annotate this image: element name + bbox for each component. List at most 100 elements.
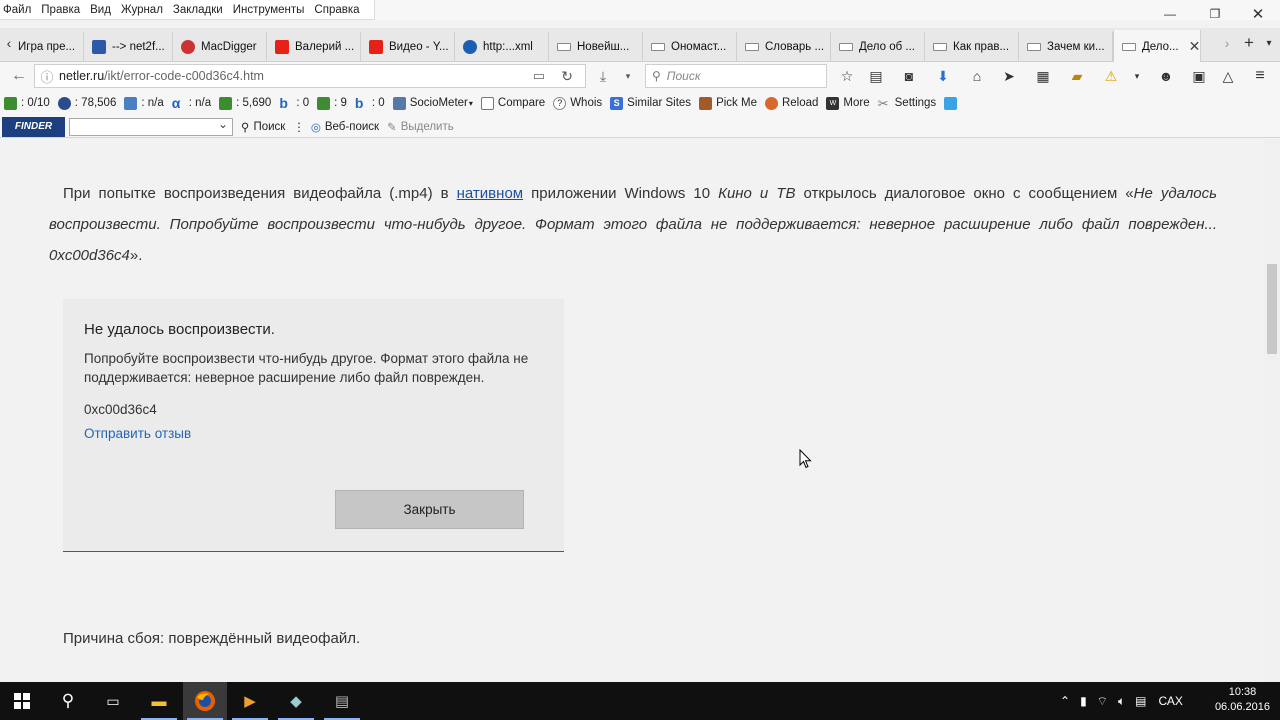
page-scrollbar[interactable] [1264, 139, 1280, 682]
warning-button[interactable]: ⚠ [1100, 66, 1122, 86]
star-icon: ☆ [840, 67, 854, 84]
finder-logo[interactable]: FINDER [2, 116, 65, 137]
screenshot-button[interactable]: ▣ [1188, 66, 1210, 86]
chevron-up-icon[interactable]: ⌃ [1060, 694, 1070, 708]
scrollbar-thumb[interactable] [1267, 264, 1277, 354]
seo-whois[interactable]: ? Whois [553, 96, 602, 110]
downloads-button[interactable]: ⤓ [592, 66, 614, 86]
seo-pick-me[interactable]: Pick Me [699, 96, 757, 110]
reload-icon[interactable]: ↻ [561, 68, 573, 85]
close-window-button[interactable]: ✕ [1238, 0, 1278, 28]
tab-8[interactable]: Словарь ... [737, 32, 831, 62]
file-explorer-button[interactable]: ▬ [137, 682, 181, 720]
seo-sociometer[interactable]: SocioMeter ▾ [392, 96, 473, 110]
clock[interactable]: 10:38 06.06.2016 [1215, 685, 1270, 715]
tab-0[interactable]: Игра пре... [16, 32, 84, 62]
reader-view-icon[interactable]: ▭ [533, 68, 545, 84]
firefox-button[interactable] [183, 682, 227, 720]
search-taskbar-button[interactable]: ⚲ [46, 682, 90, 720]
video-icon: ▶ [244, 693, 256, 710]
app-button-2[interactable]: ▤ [320, 682, 364, 720]
battery-icon[interactable]: ▮ [1080, 694, 1087, 708]
seo-alexa[interactable]: : 78,506 [57, 96, 116, 110]
seo-bing-index[interactable]: b: 0 [279, 96, 309, 110]
tab-close-button[interactable]: ✕ [1189, 38, 1200, 55]
volume-icon[interactable]: 🔈︎ [1118, 694, 1125, 709]
seo-reload[interactable]: Reload [764, 96, 818, 110]
tab-3[interactable]: Валерий ... [267, 32, 361, 62]
sync-button[interactable]: △ [1217, 66, 1239, 86]
restore-button[interactable]: ❐ [1195, 0, 1235, 28]
qr-code-button[interactable]: ▦ [1032, 66, 1054, 86]
seo-twitter[interactable] [944, 96, 961, 110]
tab-label: Валерий ... [295, 41, 355, 53]
tab-5[interactable]: http:...xml [455, 32, 549, 62]
alpha-icon: α [171, 94, 181, 111]
tab-active[interactable]: Дело... ✕ [1113, 30, 1201, 63]
seo-similar-sites[interactable]: S Similar Sites [610, 96, 691, 110]
media-player-button[interactable]: ▶ [228, 682, 272, 720]
back-button[interactable]: ← [8, 66, 30, 86]
home-button[interactable]: ⌂ [966, 66, 988, 86]
seo-value: SocioMeter [409, 97, 468, 109]
menu-help[interactable]: Справка [314, 4, 359, 16]
tab-6[interactable]: Новейш... [549, 32, 643, 62]
notifications-icon[interactable]: ▤ [1135, 694, 1146, 708]
finder-search-button[interactable]: ⚲ Поиск [241, 120, 285, 134]
send-button[interactable]: ➤ [998, 66, 1020, 86]
seo-settings[interactable]: ✂ Settings [878, 97, 937, 110]
menu-edit[interactable]: Правка [41, 4, 80, 16]
pocket-button[interactable]: ◙ [898, 66, 920, 86]
download-helper-button[interactable]: ⬇ [932, 66, 954, 86]
task-view-button[interactable]: ▭ [91, 682, 135, 720]
search-input[interactable]: ⚲ Поиск [645, 64, 827, 88]
seo-google-links[interactable]: : 9 [317, 96, 347, 110]
tab-9[interactable]: Дело об ... [831, 32, 925, 62]
bookmark-star-button[interactable]: ☆ [836, 66, 858, 86]
chat-button[interactable]: ☻ [1155, 66, 1177, 86]
seo-bing-links[interactable]: b: 0 [355, 96, 385, 110]
seo-alpha[interactable]: α: n/a [171, 94, 211, 111]
tab-11[interactable]: Зачем ки... [1019, 32, 1113, 62]
hamburger-menu-button[interactable]: ≡ [1249, 66, 1271, 86]
new-tab-button[interactable]: + [1238, 33, 1260, 53]
bookmarks-list-button[interactable]: ▤ [865, 66, 887, 86]
url-bar[interactable]: ⓘ netler.ru/ikt/error-code-c00d36c4.htm … [34, 64, 586, 88]
menu-view[interactable]: Вид [90, 4, 111, 16]
finder-highlight-button[interactable]: ✎ Выделить [387, 120, 454, 134]
language-indicator[interactable]: САХ [1159, 694, 1183, 708]
native-link[interactable]: нативном [457, 185, 523, 202]
tab-4[interactable]: Видео - Y... [361, 32, 455, 62]
menu-bookmarks[interactable]: Закладки [173, 4, 223, 16]
menu-file[interactable]: Файл [3, 4, 31, 16]
google-pagerank-icon [4, 96, 17, 110]
tab-1[interactable]: --> net2f... [84, 32, 173, 62]
tab-2[interactable]: MacDigger [173, 32, 267, 62]
tab-7[interactable]: Ономаст... [643, 32, 737, 62]
seo-google-index[interactable]: : 5,690 [219, 96, 271, 110]
tab-10[interactable]: Как прав... [925, 32, 1019, 62]
navigation-bar: ← ⓘ netler.ru/ikt/error-code-c00d36c4.ht… [0, 62, 1280, 90]
network-icon[interactable]: ⌔ [1097, 694, 1108, 709]
tab-scroll-right-button[interactable]: › [1216, 33, 1238, 53]
finder-dropdown[interactable] [69, 117, 233, 136]
seo-pagerank[interactable]: : 0/10 [4, 96, 50, 110]
seo-compare[interactable]: Compare [480, 96, 545, 110]
start-button[interactable] [0, 682, 44, 720]
menu-tools[interactable]: Инструменты [233, 4, 305, 16]
seo-compete[interactable]: : n/a [124, 96, 164, 110]
binoculars-icon: ◎ [310, 121, 321, 134]
seo-more[interactable]: W More [826, 96, 870, 110]
finder-web-search-button[interactable]: ⋮ ◎ Веб-поиск [293, 120, 379, 134]
wrench-icon: ✂ [877, 95, 889, 111]
app-button-1[interactable]: ◆ [274, 682, 318, 720]
minimize-button[interactable]: — [1150, 0, 1190, 28]
notes-button[interactable]: ▰ [1066, 66, 1088, 86]
info-icon[interactable]: ⓘ [35, 67, 59, 86]
downloads-menu-button[interactable]: ▾ [617, 66, 639, 86]
warning-menu-button[interactable]: ▾ [1126, 66, 1148, 86]
tab-list-button[interactable]: ▾ [1258, 33, 1280, 53]
menu-history[interactable]: Журнал [121, 4, 163, 16]
finder-toolbar: FINDER ⚲Поиск ⋮ ◎Веб-поиск ✎Выделить [0, 116, 1280, 138]
text-span: приложении Windows 10 [523, 185, 719, 202]
